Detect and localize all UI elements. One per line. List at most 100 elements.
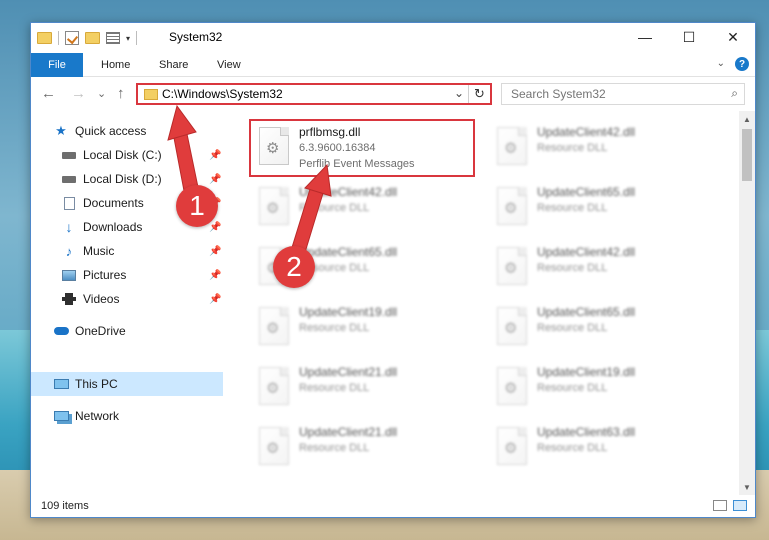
music-icon: ♪	[65, 243, 73, 259]
file-item[interactable]: ⚙ UpdateClient19.dll Resource DLL	[251, 299, 477, 355]
sidebar-item-downloads[interactable]: ↓ Downloads	[61, 216, 143, 238]
scrollbar-thumb[interactable]	[742, 129, 752, 181]
sidebar-item-music[interactable]: ♪ Music	[61, 240, 115, 262]
dll-file-icon: ⚙	[497, 187, 527, 225]
file-highlight-box	[249, 119, 475, 177]
file-name: UpdateClient42.dll	[299, 185, 398, 199]
file-name: UpdateClient21.dll	[299, 365, 398, 379]
navigation-bar: ← → ⌄ ↑ C:\Windows\System32 ⌄ ↻ ⌕	[31, 77, 755, 111]
file-name: UpdateClient19.dll	[537, 365, 636, 379]
dll-file-icon: ⚙	[259, 307, 289, 345]
dll-file-icon: ⚙	[497, 307, 527, 345]
file-description: Resource DLL	[537, 142, 608, 154]
up-button[interactable]: ↑	[117, 85, 125, 102]
downloads-icon: ↓	[65, 219, 73, 235]
window-controls: — ☐ ✕	[623, 23, 755, 51]
pin-icon[interactable]: 📌	[209, 270, 221, 281]
minimize-button[interactable]: —	[623, 23, 667, 51]
scroll-up-icon[interactable]: ▲	[739, 111, 755, 127]
expand-ribbon-icon[interactable]: ⌄	[717, 58, 725, 69]
file-description: Resource DLL	[299, 202, 370, 214]
tiles-view-icon[interactable]	[733, 500, 747, 511]
help-button[interactable]: ?	[735, 57, 749, 71]
computer-icon	[53, 377, 69, 391]
file-item[interactable]: ⚙ UpdateClient21.dll Resource DLL	[251, 359, 477, 415]
address-path: C:\Windows\System32	[162, 87, 283, 101]
file-item[interactable]: ⚙ UpdateClient42.dll Resource DLL	[489, 239, 715, 295]
pin-icon[interactable]: 📌	[209, 150, 221, 161]
file-description: Resource DLL	[299, 322, 370, 334]
search-icon[interactable]: ⌕	[731, 86, 738, 101]
toolbar-divider	[58, 31, 59, 45]
pin-icon[interactable]: 📌	[209, 174, 221, 185]
search-input[interactable]	[502, 84, 722, 104]
pin-icon[interactable]: 📌	[209, 222, 221, 233]
customize-toolbar-icon[interactable]: ▾	[126, 34, 130, 43]
sidebar-item-quick-access[interactable]: ★ Quick access	[53, 120, 146, 142]
item-count: 109 items	[41, 500, 89, 512]
tab-view[interactable]: View	[217, 59, 241, 71]
file-item[interactable]: ⚙ UpdateClient42.dll Resource DLL	[489, 119, 715, 175]
pin-icon[interactable]: 📌	[209, 294, 221, 305]
tab-home[interactable]: Home	[101, 59, 130, 71]
sidebar-item-local-disk-d[interactable]: Local Disk (D:)	[61, 168, 162, 190]
recent-locations-button[interactable]: ⌄	[97, 87, 106, 100]
close-button[interactable]: ✕	[711, 23, 755, 51]
sidebar-item-documents[interactable]: Documents	[61, 192, 144, 214]
tab-file[interactable]: File	[31, 53, 83, 77]
window-title: System32	[169, 30, 223, 44]
sidebar-item-onedrive[interactable]: OneDrive	[53, 320, 126, 342]
step-marker-2: 2	[273, 246, 315, 288]
sidebar-item-pictures[interactable]: Pictures	[61, 264, 126, 286]
dll-file-icon: ⚙	[497, 247, 527, 285]
sidebar-item-videos[interactable]: Videos	[61, 288, 119, 310]
sidebar-item-local-disk-c[interactable]: Local Disk (C:)	[61, 144, 162, 166]
new-folder-icon[interactable]	[85, 32, 100, 44]
file-item[interactable]: ⚙ UpdateClient63.dll Resource DLL	[489, 419, 715, 475]
file-name: UpdateClient21.dll	[299, 425, 398, 439]
pin-icon[interactable]: 📌	[209, 246, 221, 257]
address-bar[interactable]: C:\Windows\System32 ⌄ ↻	[136, 83, 492, 105]
file-description: Resource DLL	[537, 442, 608, 454]
back-button[interactable]: ←	[41, 85, 56, 102]
file-item[interactable]: ⚙ UpdateClient65.dll Resource DLL	[489, 299, 715, 355]
dll-file-icon: ⚙	[259, 367, 289, 405]
sidebar-item-label: Documents	[83, 196, 144, 210]
videos-icon	[61, 292, 77, 306]
tab-share[interactable]: Share	[159, 59, 188, 71]
view-options-icon[interactable]	[106, 32, 120, 44]
sidebar-item-label: Music	[83, 244, 115, 258]
step-marker-1: 1	[176, 185, 218, 227]
file-description: Resource DLL	[537, 322, 608, 334]
properties-icon[interactable]	[65, 31, 79, 45]
file-item[interactable]: ⚙ UpdateClient21.dll Resource DLL	[251, 419, 477, 475]
search-box[interactable]: ⌕	[501, 83, 745, 105]
dll-file-icon: ⚙	[497, 427, 527, 465]
refresh-button[interactable]: ↻	[468, 85, 490, 103]
file-item[interactable]: ⚙ UpdateClient65.dll Resource DLL	[489, 179, 715, 235]
chevron-down-icon[interactable]: ⌄	[454, 86, 464, 100]
file-item[interactable]: ⚙ UpdateClient19.dll Resource DLL	[489, 359, 715, 415]
sidebar-item-label: Videos	[83, 292, 120, 306]
scroll-down-icon[interactable]: ▼	[739, 479, 755, 495]
pictures-icon	[61, 268, 77, 282]
vertical-scrollbar[interactable]: ▲ ▼	[739, 111, 755, 495]
file-name: UpdateClient65.dll	[299, 245, 398, 259]
sidebar-item-this-pc[interactable]: This PC	[53, 373, 118, 395]
quick-access-toolbar: ▾	[37, 29, 138, 47]
file-item[interactable]: ⚙ UpdateClient42.dll Resource DLL	[251, 179, 477, 235]
details-view-icon[interactable]	[713, 500, 727, 511]
file-description: Resource DLL	[299, 442, 370, 454]
drive-icon	[61, 172, 77, 186]
status-bar: 109 items	[31, 495, 755, 517]
file-name: UpdateClient65.dll	[537, 185, 636, 199]
documents-icon	[61, 196, 77, 210]
folder-icon	[144, 89, 158, 100]
dll-file-icon: ⚙	[259, 427, 289, 465]
sidebar-item-network[interactable]: Network	[53, 405, 119, 427]
sidebar-item-label: Downloads	[83, 220, 143, 234]
title-bar: ▾ System32 — ☐ ✕	[31, 23, 755, 53]
maximize-button[interactable]: ☐	[667, 23, 711, 51]
drive-icon	[61, 148, 77, 162]
forward-button[interactable]: →	[71, 85, 86, 102]
